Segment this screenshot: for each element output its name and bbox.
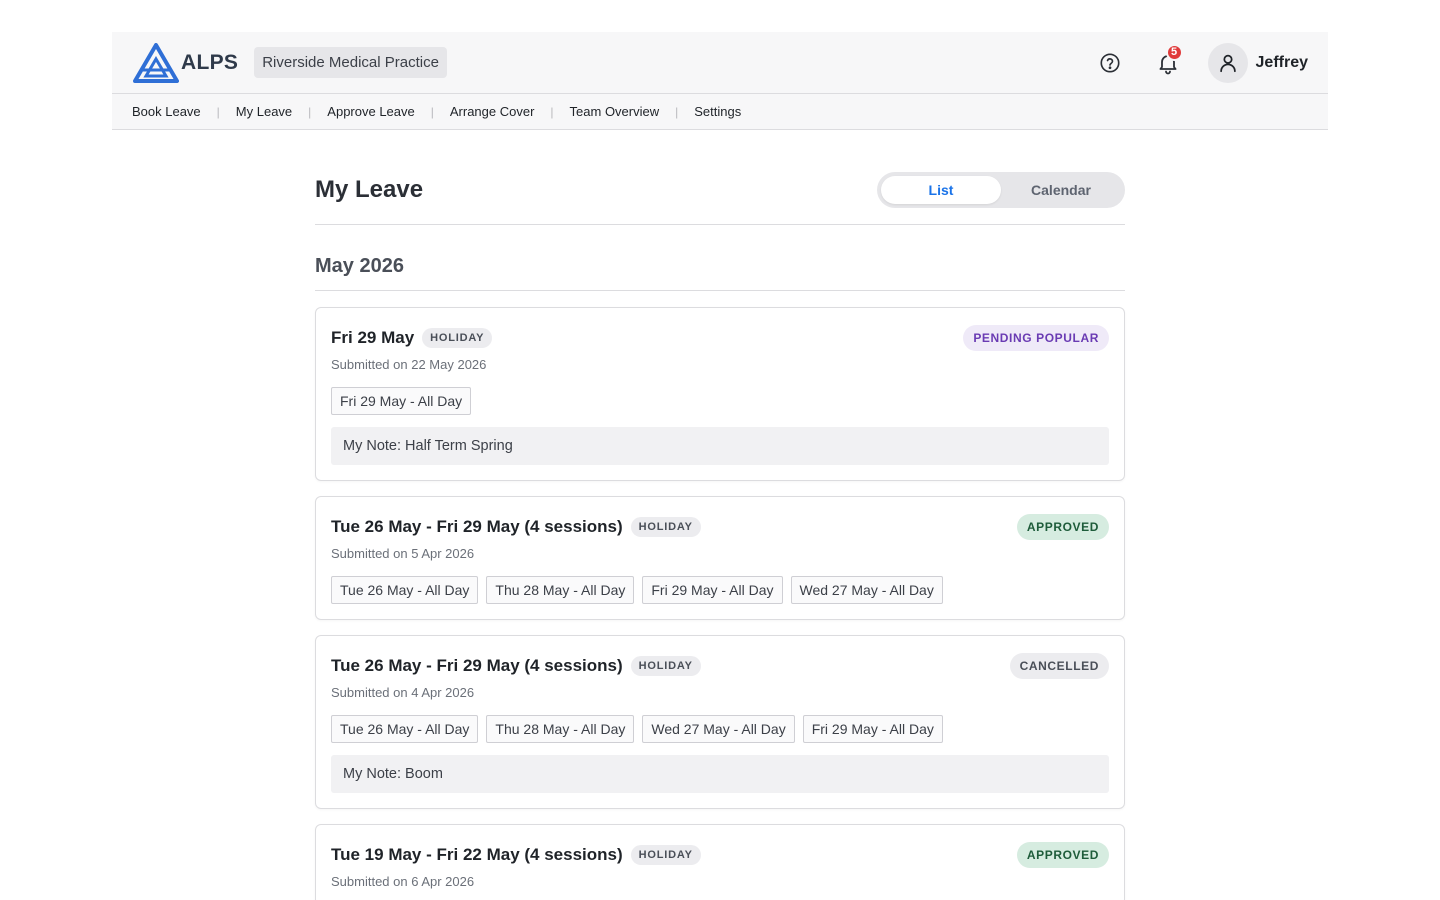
- submitted-date: Submitted on 6 Apr 2026: [331, 874, 475, 889]
- notification-badge: 5: [1165, 43, 1183, 61]
- top-bar: ALPS Riverside Medical Practice 5 Jeffre…: [112, 32, 1328, 94]
- session-chip: Thu 28 May - All Day: [486, 715, 635, 743]
- request-title: Tue 26 May - Fri 29 May (4 sessions): [331, 656, 623, 675]
- card-header: Fri 29 May HOLIDAY PENDING POPULAR: [331, 325, 1109, 351]
- leave-type-chip: HOLIDAY: [422, 328, 493, 348]
- session-chip: Wed 27 May - All Day: [642, 715, 795, 743]
- view-toggle: List Calendar: [877, 172, 1125, 208]
- help-icon: [1099, 52, 1120, 73]
- logo-text: ALPS: [181, 50, 239, 74]
- nav-separator: |: [675, 104, 679, 119]
- session-list: Fri 29 May - All Day: [331, 387, 1109, 415]
- leave-type-chip: HOLIDAY: [630, 517, 701, 537]
- main-content: My Leave List Calendar May 2026 Fri 29 M…: [315, 172, 1125, 900]
- nav-arrange-cover[interactable]: Arrange Cover: [450, 104, 535, 119]
- nav-separator: |: [430, 104, 434, 119]
- status-badge: APPROVED: [1016, 514, 1109, 540]
- avatar[interactable]: [1207, 42, 1248, 83]
- leave-request-list: Fri 29 May HOLIDAY PENDING POPULAR Submitte…: [315, 307, 1125, 900]
- user-icon: [1219, 54, 1236, 72]
- leave-type-chip: HOLIDAY: [630, 656, 701, 676]
- page-header: My Leave List Calendar: [315, 172, 1125, 208]
- submitted-date: Submitted on 22 May 2026: [331, 357, 487, 372]
- month-divider: [315, 290, 1125, 291]
- logo[interactable]: ALPS: [133, 42, 239, 83]
- leave-request-card[interactable]: Tue 19 May - Fri 22 May (4 sessions) HOLI…: [315, 824, 1125, 900]
- calendar-view-button[interactable]: Calendar: [1001, 176, 1121, 204]
- request-note: My Note: Boom: [331, 755, 1109, 793]
- user-name[interactable]: Jeffrey: [1256, 54, 1308, 72]
- submitted-date: Submitted on 4 Apr 2026: [331, 685, 475, 700]
- card-header: Tue 19 May - Fri 22 May (4 sessions) HOLI…: [331, 842, 1109, 868]
- notifications-button[interactable]: 5: [1148, 43, 1188, 83]
- nav-book-leave[interactable]: Book Leave: [132, 104, 201, 119]
- request-title: Fri 29 May: [331, 328, 415, 347]
- page-title: My Leave: [315, 176, 424, 203]
- session-list: Tue 26 May - All Day Thu 28 May - All Day…: [331, 715, 1109, 743]
- session-list: Tue 26 May - All Day Thu 28 May - All Day…: [331, 576, 1109, 604]
- app-frame: ALPS Riverside Medical Practice 5 Jeffre…: [112, 32, 1328, 900]
- nav-approve-leave[interactable]: Approve Leave: [327, 104, 414, 119]
- nav-team-overview[interactable]: Team Overview: [570, 104, 660, 119]
- session-chip: Fri 29 May - All Day: [802, 715, 943, 743]
- submitted-date: Submitted on 5 Apr 2026: [331, 546, 475, 561]
- card-header: Tue 26 May - Fri 29 May (4 sessions) HOLI…: [331, 514, 1109, 540]
- nav-separator: |: [216, 104, 220, 119]
- status-badge: CANCELLED: [1009, 653, 1109, 679]
- session-chip: Wed 27 May - All Day: [790, 576, 943, 604]
- card-header: Tue 26 May - Fri 29 May (4 sessions) HOLI…: [331, 653, 1109, 679]
- main-nav: Book Leave | My Leave | Approve Leave | …: [112, 94, 1328, 130]
- header-divider: [315, 224, 1125, 225]
- practice-name[interactable]: Riverside Medical Practice: [254, 47, 447, 78]
- alps-logo-icon: [133, 42, 179, 83]
- session-chip: Fri 29 May - All Day: [642, 576, 783, 604]
- nav-separator: |: [550, 104, 554, 119]
- status-badge: APPROVED: [1016, 842, 1109, 868]
- status-badge: PENDING POPULAR: [963, 325, 1109, 351]
- leave-request-card[interactable]: Tue 26 May - Fri 29 May (4 sessions) HOLI…: [315, 496, 1125, 620]
- session-chip: Thu 28 May - All Day: [486, 576, 635, 604]
- leave-request-card[interactable]: Tue 26 May - Fri 29 May (4 sessions) HOLI…: [315, 635, 1125, 809]
- request-title: Tue 26 May - Fri 29 May (4 sessions): [331, 517, 623, 536]
- session-chip: Tue 26 May - All Day: [331, 715, 479, 743]
- nav-my-leave[interactable]: My Leave: [236, 104, 292, 119]
- leave-request-card[interactable]: Fri 29 May HOLIDAY PENDING POPULAR Submitte…: [315, 307, 1125, 481]
- nav-settings[interactable]: Settings: [694, 104, 741, 119]
- session-chip: Tue 26 May - All Day: [331, 576, 479, 604]
- help-button[interactable]: [1090, 43, 1130, 83]
- session-chip: Fri 29 May - All Day: [331, 387, 472, 415]
- leave-type-chip: HOLIDAY: [630, 845, 701, 865]
- nav-separator: |: [308, 104, 312, 119]
- request-note: My Note: Half Term Spring: [331, 427, 1109, 465]
- request-title: Tue 19 May - Fri 22 May (4 sessions): [331, 845, 623, 864]
- list-view-button[interactable]: List: [881, 176, 1001, 204]
- month-heading: May 2026: [315, 255, 404, 277]
